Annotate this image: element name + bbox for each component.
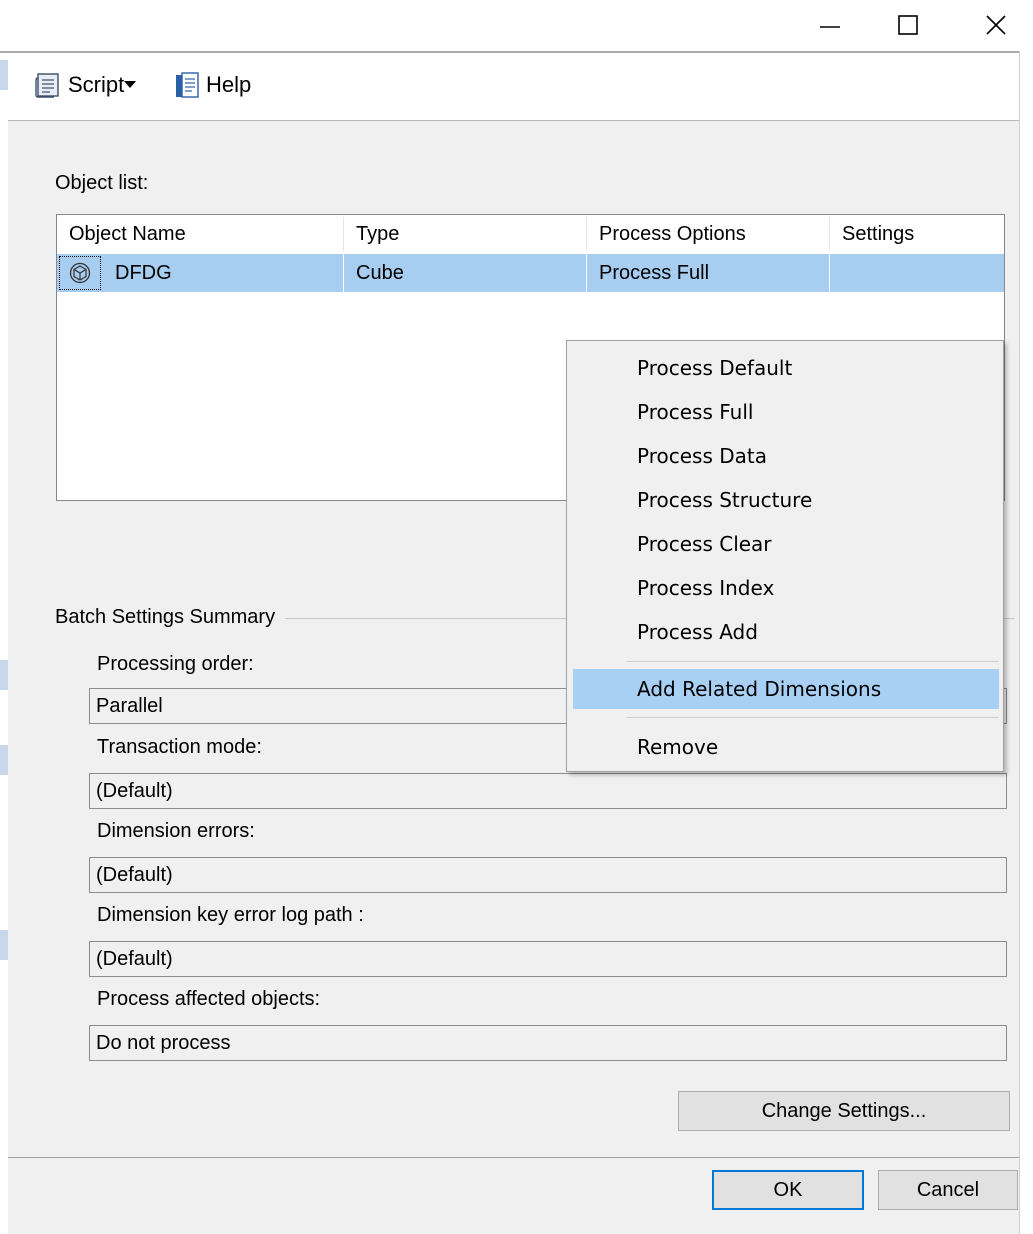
- ok-button[interactable]: OK: [712, 1170, 864, 1210]
- dropdown-arrow-icon: [124, 81, 136, 88]
- menu-item-process-add[interactable]: Process Add: [573, 612, 999, 652]
- column-header-process-options[interactable]: Process Options: [587, 215, 829, 253]
- menu-item-remove[interactable]: Remove: [573, 727, 999, 767]
- process-affected-objects-value: Do not process: [89, 1025, 1007, 1061]
- object-list-header: Object Name Type Process Options Setting…: [57, 215, 1004, 253]
- dimension-errors-label: Dimension errors:: [97, 820, 255, 842]
- table-row[interactable]: DFDG Cube Process Full: [57, 254, 1004, 292]
- close-button[interactable]: [966, 0, 1026, 50]
- script-dropdown-button[interactable]: [123, 67, 137, 103]
- cancel-button[interactable]: Cancel: [878, 1170, 1018, 1210]
- processing-order-label: Processing order:: [97, 653, 254, 675]
- window-border-right: [1019, 51, 1020, 1234]
- transaction-mode-label: Transaction mode:: [97, 736, 262, 758]
- column-header-settings[interactable]: Settings: [830, 215, 1004, 253]
- menu-item-process-structure[interactable]: Process Structure: [573, 480, 999, 520]
- maximize-button[interactable]: [878, 0, 938, 50]
- menu-item-process-clear[interactable]: Process Clear: [573, 524, 999, 564]
- menu-item-process-default[interactable]: Process Default: [573, 348, 999, 388]
- cell-process-options[interactable]: Process Full: [587, 254, 829, 292]
- left-accent: [0, 660, 8, 690]
- menu-item-process-full[interactable]: Process Full: [573, 392, 999, 432]
- script-icon: [35, 73, 59, 98]
- footer-divider: [8, 1157, 1019, 1158]
- maximize-icon: [898, 15, 918, 35]
- cube-icon-frame: [59, 256, 101, 290]
- left-accent: [0, 745, 8, 775]
- cube-icon: [69, 262, 91, 284]
- menu-item-add-related-dimensions[interactable]: Add Related Dimensions: [573, 669, 999, 709]
- left-accent: [0, 930, 8, 960]
- process-options-context-menu: Process Default Process Full Process Dat…: [566, 340, 1004, 772]
- help-icon: [176, 72, 199, 98]
- dimension-key-error-log-path-label: Dimension key error log path :: [97, 904, 364, 926]
- batch-settings-title: Batch Settings Summary: [55, 606, 286, 629]
- left-accent: [0, 60, 8, 90]
- toolbar: Script Help: [8, 53, 1019, 121]
- minimize-button[interactable]: [800, 0, 860, 50]
- process-affected-objects-label: Process affected objects:: [97, 988, 321, 1010]
- cell-settings[interactable]: [830, 254, 1004, 292]
- change-settings-button[interactable]: Change Settings...: [678, 1091, 1010, 1131]
- dimension-key-error-log-path-value: (Default): [89, 941, 1007, 977]
- menu-item-process-index[interactable]: Process Index: [573, 568, 999, 608]
- dimension-errors-value: (Default): [89, 857, 1007, 893]
- column-header-object-name[interactable]: Object Name: [57, 215, 343, 253]
- menu-separator: [627, 661, 999, 662]
- menu-item-process-data[interactable]: Process Data: [573, 436, 999, 476]
- title-bar: [0, 0, 1033, 50]
- script-button-label: Script: [68, 72, 125, 97]
- transaction-mode-value: (Default): [89, 773, 1007, 809]
- script-button[interactable]: Script: [34, 67, 124, 103]
- column-header-type[interactable]: Type: [344, 215, 586, 253]
- help-button-label: Help: [206, 72, 252, 97]
- object-list-label: Object list:: [55, 172, 149, 194]
- cell-object-name: DFDG: [115, 262, 172, 284]
- help-button[interactable]: Help: [174, 67, 251, 103]
- cell-type: Cube: [356, 262, 404, 284]
- close-icon: [986, 15, 1006, 35]
- menu-separator: [627, 717, 999, 718]
- minimize-icon: [820, 26, 840, 28]
